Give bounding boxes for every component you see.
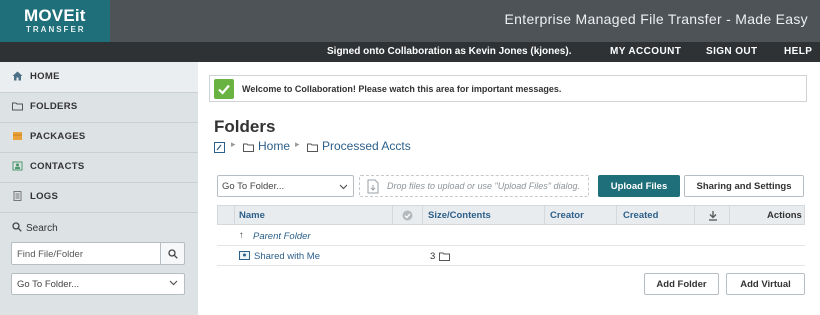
add-virtual-button[interactable]: Add Virtual [726,273,805,295]
status-check-icon[interactable] [402,210,413,221]
account-navbar: Signed onto Collaboration as Kevin Jones… [0,42,820,62]
column-name[interactable]: Name [239,210,265,221]
signed-in-status: Signed onto Collaboration as Kevin Jones… [327,46,572,57]
chevron-right-icon: ▸ [231,139,236,149]
column-divider [544,206,545,224]
search-icon [12,222,22,232]
logo-subtitle: TRANSFER [26,25,86,34]
chevron-down-icon [339,184,348,190]
shared-with-me-link[interactable]: Shared with Me [254,251,320,262]
my-account-link[interactable]: MY ACCOUNT [610,46,681,57]
table-row[interactable]: Shared with Me 3 [217,246,805,266]
find-file-input[interactable]: Find File/Folder [11,242,161,265]
main-content: Welcome to Collaboration! Please watch t… [198,62,820,315]
chevron-right-icon: ▸ [295,139,300,149]
sidebar-item-label: HOME [30,71,60,82]
column-divider [422,206,423,224]
goto-folder-value: Go To Folder... [222,181,285,192]
column-size[interactable]: Size/Contents [428,210,491,221]
drop-zone[interactable]: Drop files to upload or use "Upload File… [359,175,589,197]
folder-icon [12,102,23,111]
page-title: Folders [214,117,276,136]
sidebar-item-packages[interactable]: PACKAGES [0,122,198,152]
sign-out-link[interactable]: SIGN OUT [706,46,758,57]
folder-tree-icon[interactable] [214,142,225,153]
chevron-down-icon [169,280,178,286]
sharing-settings-button[interactable]: Sharing and Settings [684,175,804,197]
column-divider [694,206,695,224]
sidebar-item-label: CONTACTS [30,161,85,172]
tagline: Enterprise Managed File Transfer - Made … [504,11,808,27]
sidebar-item-home[interactable]: HOME [0,62,198,92]
message-banner: Welcome to Collaboration! Please watch t… [209,75,807,102]
sidebar-item-folders[interactable]: FOLDERS [0,92,198,122]
column-creator[interactable]: Creator [550,210,584,221]
column-divider [729,206,730,224]
column-divider [392,206,393,224]
parent-folder-link[interactable]: Parent Folder [253,231,311,242]
sidebar-item-label: PACKAGES [30,131,86,142]
column-created[interactable]: Created [623,210,658,221]
column-actions: Actions [767,210,802,221]
folder-icon [243,143,254,152]
message-text: Welcome to Collaboration! Please watch t… [242,84,562,94]
top-banner: MOVEit TRANSFER Enterprise Managed File … [0,0,820,42]
search-button[interactable] [160,242,185,265]
drop-zone-text: Drop files to upload or use "Upload File… [387,181,580,191]
logo-title: MOVEit [24,6,86,25]
moveit-logo[interactable]: MOVEit TRANSFER [0,0,110,42]
table-row[interactable]: ↑ Parent Folder [217,226,805,246]
file-drop-icon [367,179,379,194]
sidebar: HOME FOLDERS PACKAGES CONTACTS LOGS Sear… [0,62,198,315]
package-icon [13,132,22,140]
table-header: Name Size/Contents Creator Created Actio… [217,205,805,225]
logs-icon [13,191,22,201]
home-icon [12,71,23,81]
checkmark-icon [214,79,234,99]
download-icon[interactable] [708,210,718,221]
shared-folder-icon [239,251,250,260]
folder-count: 3 [430,251,436,262]
goto-folder-dropdown[interactable]: Go To Folder... [217,175,354,197]
breadcrumb-processed-accts[interactable]: Processed Accts [322,139,411,153]
column-divider [616,206,617,224]
sidebar-item-label: LOGS [30,191,59,202]
help-link[interactable]: HELP [784,46,812,57]
folder-icon [307,143,318,152]
breadcrumb-home[interactable]: Home [258,139,290,153]
sidebar-item-label: FOLDERS [30,101,78,112]
add-folder-button[interactable]: Add Folder [644,273,719,295]
search-icon [168,249,178,259]
goto-folder-select[interactable]: Go To Folder... [11,273,185,295]
up-arrow-icon: ↑ [239,230,244,241]
column-divider [234,206,235,224]
search-label: Search [26,223,58,234]
search-heading: Search [12,222,58,234]
folder-icon [439,252,450,261]
contacts-icon [12,161,23,171]
goto-folder-value: Go To Folder... [17,279,80,290]
sidebar-item-logs[interactable]: LOGS [0,182,198,212]
sidebar-item-contacts[interactable]: CONTACTS [0,152,198,182]
upload-files-button[interactable]: Upload Files [598,175,680,197]
divider [0,212,198,213]
